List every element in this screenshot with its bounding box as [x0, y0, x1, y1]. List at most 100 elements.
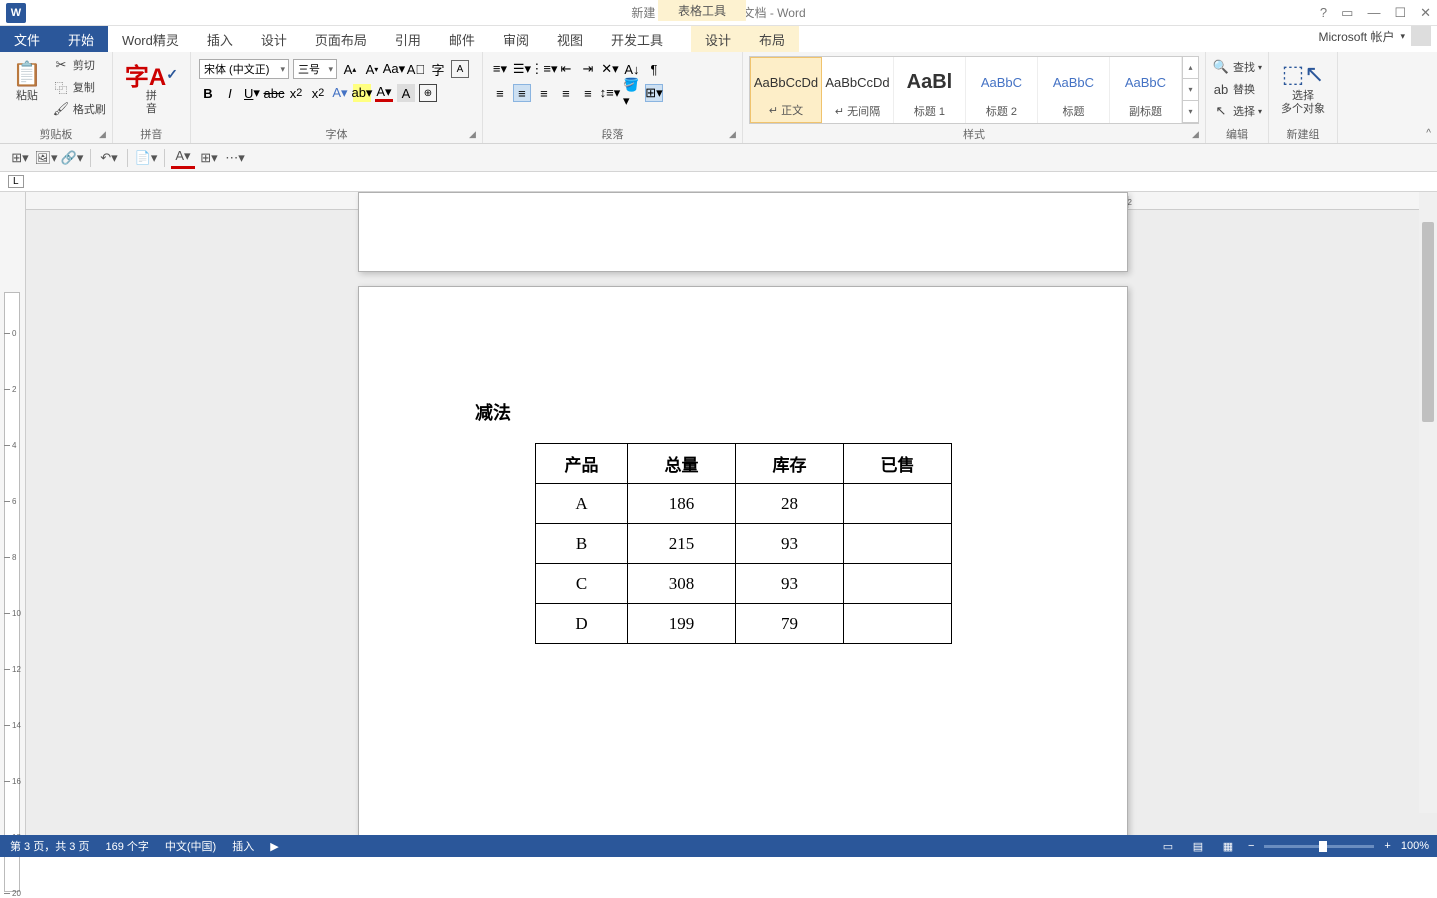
zoom-level[interactable]: 100% — [1401, 840, 1429, 852]
distribute-button[interactable]: ≡ — [579, 84, 597, 102]
font-name-combo[interactable]: 宋体 (中文正) — [199, 59, 289, 79]
view-print-icon[interactable]: ▤ — [1188, 838, 1208, 854]
grow-font-button[interactable]: A▴ — [341, 60, 359, 78]
find-button[interactable]: 🔍查找▾ — [1210, 56, 1264, 78]
table-cell[interactable]: 28 — [736, 484, 844, 524]
multilevel-list-button[interactable]: ⋮≡▾ — [535, 60, 553, 78]
avatar-icon[interactable] — [1411, 26, 1431, 46]
table-cell[interactable]: 199 — [628, 604, 736, 644]
table-cell[interactable]: 215 — [628, 524, 736, 564]
doc-heading[interactable]: 减法 — [475, 399, 511, 425]
table-header[interactable]: 产品 — [536, 444, 628, 484]
style-heading2[interactable]: AaBbC标题 2 — [966, 57, 1038, 123]
highlight-button[interactable]: ab▾ — [353, 84, 371, 102]
italic-button[interactable]: I — [221, 84, 239, 102]
maximize-icon[interactable]: ☐ — [1394, 5, 1406, 21]
line-spacing-button[interactable]: ↕≡▾ — [601, 84, 619, 102]
status-words[interactable]: 169 个字 — [105, 838, 148, 854]
align-center-button[interactable]: ≡ — [513, 84, 531, 102]
zoom-out-button[interactable]: − — [1248, 840, 1254, 852]
qat-link-icon[interactable]: 🔗▾ — [60, 147, 84, 169]
select-multiple-button[interactable]: ⬚↖ 选择 多个对象 — [1273, 54, 1333, 120]
page-previous[interactable] — [358, 192, 1128, 272]
status-page[interactable]: 第 3 页，共 3 页 — [10, 838, 89, 854]
status-mode[interactable]: 插入 — [232, 838, 254, 854]
tab-developer[interactable]: 开发工具 — [597, 26, 677, 52]
qat-font-color-icon[interactable]: A▾ — [171, 147, 195, 169]
styles-dialog-launcher[interactable]: ◢ — [1192, 126, 1199, 142]
tab-file[interactable]: 文件 — [0, 26, 54, 52]
tab-design[interactable]: 设计 — [247, 26, 301, 52]
shading-button[interactable]: 🪣▾ — [623, 84, 641, 102]
style-heading1[interactable]: AaBl标题 1 — [894, 57, 966, 123]
format-painter-button[interactable]: 🖌格式刷 — [50, 98, 108, 120]
align-right-button[interactable]: ≡ — [535, 84, 553, 102]
table-cell[interactable]: A — [536, 484, 628, 524]
clipboard-dialog-launcher[interactable]: ◢ — [99, 126, 106, 142]
tab-view[interactable]: 视图 — [543, 26, 597, 52]
status-macro-icon[interactable]: ▶ — [270, 840, 278, 853]
paragraph-dialog-launcher[interactable]: ◢ — [729, 126, 736, 142]
table-header[interactable]: 总量 — [628, 444, 736, 484]
qat-borders-icon[interactable]: ⊞▾ — [197, 147, 221, 169]
help-icon[interactable]: ? — [1320, 5, 1327, 21]
vertical-scrollbar[interactable] — [1419, 192, 1437, 813]
show-marks-button[interactable]: ¶ — [645, 60, 663, 78]
sort-button[interactable]: A↓ — [623, 60, 641, 78]
tab-table-layout[interactable]: 布局 — [745, 26, 799, 52]
table-cell[interactable] — [844, 524, 952, 564]
tab-review[interactable]: 审阅 — [489, 26, 543, 52]
table-cell[interactable]: 79 — [736, 604, 844, 644]
page-current[interactable]: 减法 产品总量库存已售A18628B21593C30893D19979 — [358, 286, 1128, 835]
bullets-button[interactable]: ≡▾ — [491, 60, 509, 78]
char-border-button[interactable]: ⊕ — [419, 84, 437, 102]
tab-home[interactable]: 开始 — [54, 26, 108, 52]
table-cell[interactable]: 308 — [628, 564, 736, 604]
gallery-down-button[interactable]: ▾ — [1183, 79, 1198, 101]
qat-picture-icon[interactable]: 🖼▾ — [34, 147, 58, 169]
strikethrough-button[interactable]: abc — [265, 84, 283, 102]
tab-stop-indicator[interactable]: L — [8, 175, 24, 188]
decrease-indent-button[interactable]: ⇤ — [557, 60, 575, 78]
close-icon[interactable]: ✕ — [1420, 5, 1431, 21]
cut-button[interactable]: ✂剪切 — [50, 54, 108, 76]
copy-button[interactable]: ⿻复制 — [50, 76, 108, 98]
qat-undo-icon[interactable]: ↶▾ — [97, 147, 121, 169]
table-cell[interactable]: C — [536, 564, 628, 604]
align-left-button[interactable]: ≡ — [491, 84, 509, 102]
table-cell[interactable] — [844, 484, 952, 524]
justify-button[interactable]: ≡ — [557, 84, 575, 102]
enclose-char-button[interactable]: A — [451, 60, 469, 78]
style-title[interactable]: AaBbC标题 — [1038, 57, 1110, 123]
style-subtitle[interactable]: AaBbC副标题 — [1110, 57, 1182, 123]
style-no-spacing[interactable]: AaBbCcDd↵ 无间隔 — [822, 57, 894, 123]
text-effects-button[interactable]: A▾ — [331, 84, 349, 102]
collapse-ribbon-icon[interactable]: ^ — [1426, 128, 1431, 139]
phonetic-guide-button[interactable]: 字 — [429, 60, 447, 78]
vertical-ruler[interactable]: 02468101214161820 — [0, 192, 26, 835]
numbering-button[interactable]: ☰▾ — [513, 60, 531, 78]
table-cell[interactable]: 93 — [736, 524, 844, 564]
qat-table-icon[interactable]: ⊞▾ — [8, 147, 32, 169]
tab-insert[interactable]: 插入 — [193, 26, 247, 52]
ribbon-display-icon[interactable]: ▭ — [1341, 5, 1353, 21]
scrollbar-thumb[interactable] — [1422, 222, 1434, 422]
underline-button[interactable]: U▾ — [243, 84, 261, 102]
style-normal[interactable]: AaBbCcDd↵ 正文 — [750, 57, 822, 123]
replace-button[interactable]: ab替换 — [1210, 78, 1257, 100]
font-color-button[interactable]: A▾ — [375, 84, 393, 102]
gallery-more-button[interactable]: ▾ — [1183, 101, 1198, 123]
zoom-slider[interactable] — [1264, 845, 1374, 848]
font-size-combo[interactable]: 三号 — [293, 59, 337, 79]
status-language[interactable]: 中文(中国) — [165, 838, 216, 854]
minimize-icon[interactable]: — — [1367, 5, 1380, 21]
pinyin-button[interactable]: 字A✓ 拼 音 — [117, 54, 186, 120]
tab-layout[interactable]: 页面布局 — [301, 26, 381, 52]
char-shading-button[interactable]: A — [397, 84, 415, 102]
subscript-button[interactable]: x2 — [287, 84, 305, 102]
superscript-button[interactable]: x2 — [309, 84, 327, 102]
table-cell[interactable]: 186 — [628, 484, 736, 524]
select-button[interactable]: ↖选择▾ — [1210, 100, 1264, 122]
tab-table-design[interactable]: 设计 — [691, 26, 745, 52]
table-cell[interactable]: B — [536, 524, 628, 564]
